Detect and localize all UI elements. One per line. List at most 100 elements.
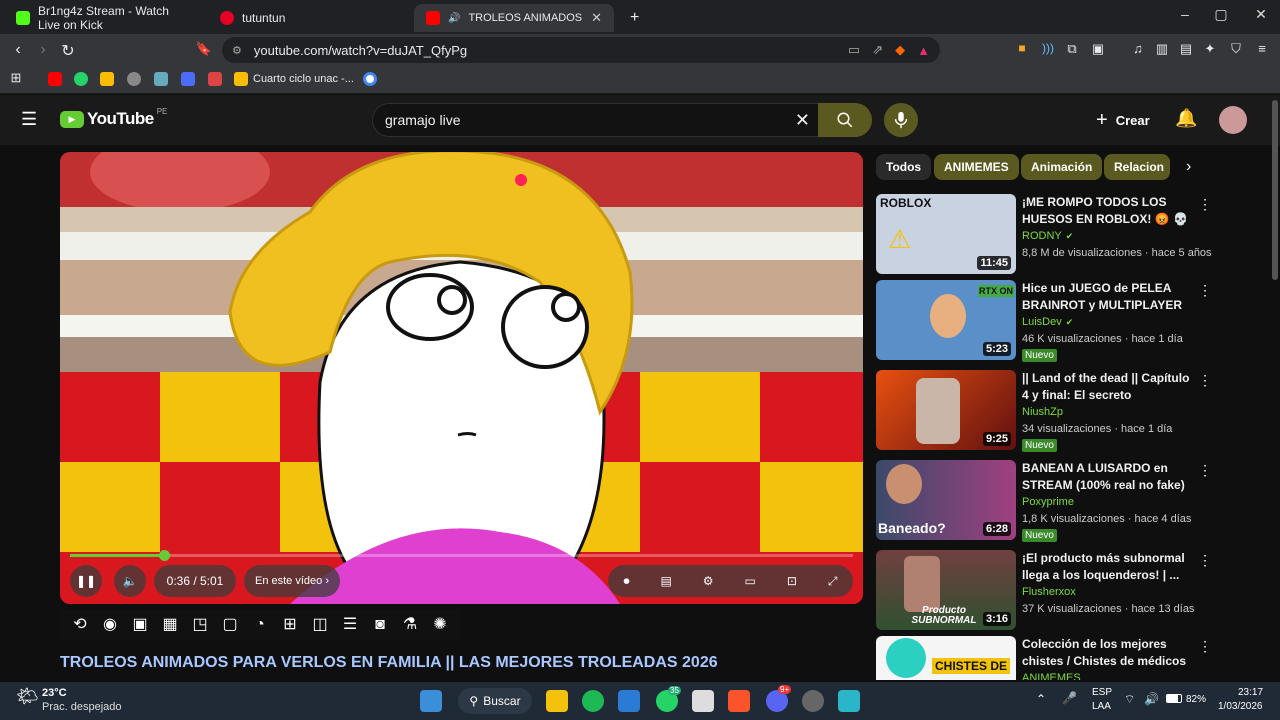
bookmark-icon[interactable] — [154, 72, 168, 86]
pause-button[interactable]: ❚❚ — [70, 565, 102, 597]
google-bookmark-icon[interactable] — [363, 72, 377, 86]
extensions-icon[interactable]: ⧉ — [1062, 41, 1082, 57]
vpn-icon[interactable]: ⛉ — [1226, 41, 1246, 57]
watch-icon[interactable]: ▣ — [130, 615, 150, 635]
apps-icon[interactable]: ⊞ — [6, 70, 26, 86]
autoplay-toggle[interactable]: ⏺ — [623, 574, 629, 589]
video-title[interactable]: BANEAN A LUISARDO en STREAM (100% real n… — [1022, 460, 1192, 494]
music-icon[interactable]: ♫ — [1128, 41, 1148, 56]
whatsapp-bookmark-icon[interactable] — [74, 72, 88, 86]
more-options-icon[interactable]: ⋮ — [1198, 372, 1212, 389]
youtube-logo[interactable]: ▶ YouTube PE — [60, 107, 167, 129]
settings-gear-icon[interactable]: ⚙ — [703, 574, 714, 588]
list-item[interactable]: 9:25 || Land of the dead || Capítulo 4 y… — [876, 370, 1216, 452]
drive-bookmark-icon[interactable] — [100, 72, 114, 86]
list-item[interactable]: Baneado? 6:28 BANEAN A LUISARDO en STREA… — [876, 460, 1216, 542]
tab-youtube[interactable]: 🔊 TROLEOS ANIMADOS PARA V ✕ — [414, 4, 614, 32]
brave-shield-icon[interactable]: ◆ — [895, 42, 905, 58]
chapter-button[interactable]: En este vídeo › — [244, 565, 340, 597]
avatar[interactable] — [1219, 106, 1247, 134]
voice-search-button[interactable] — [884, 103, 918, 137]
channel-name[interactable]: Poxyprime — [1022, 496, 1074, 508]
start-button[interactable] — [420, 690, 442, 712]
list-item[interactable]: ROBLOX ⚠ 11:45 ¡ME ROMPO TODOS LOS HUESO… — [876, 194, 1216, 274]
wifi-icon[interactable]: ⌔ — [1124, 692, 1135, 707]
chip-todos[interactable]: Todos — [876, 154, 932, 180]
progress-handle[interactable] — [158, 550, 170, 561]
theater-mode-icon[interactable]: ▭ — [745, 574, 756, 588]
camera-icon[interactable]: ◙ — [370, 615, 390, 635]
notepad-icon[interactable] — [838, 690, 860, 712]
video-thumbnail[interactable]: ROBLOX ⚠ 11:45 — [876, 194, 1016, 274]
gear-icon[interactable]: ✺ — [430, 615, 450, 635]
chip-relacionados[interactable]: Relacion — [1104, 154, 1170, 180]
chip-animacion[interactable]: Animación — [1021, 154, 1103, 180]
extension-icon[interactable]: ))) — [1038, 41, 1058, 55]
back-icon[interactable]: ‹ — [8, 41, 28, 59]
flask-icon[interactable]: ⚗ — [400, 615, 420, 635]
file-explorer-icon[interactable] — [546, 690, 568, 712]
channel-name[interactable]: RODNY ✔ — [1022, 230, 1073, 242]
channel-name[interactable]: NiushZp — [1022, 406, 1063, 418]
forward-icon[interactable]: › — [33, 41, 53, 59]
channel-name[interactable]: ANIMEMES — [1022, 672, 1081, 680]
chips-next-icon[interactable]: › — [1186, 158, 1191, 176]
audio-mode-icon[interactable]: ◉ — [100, 615, 120, 635]
tab-kick[interactable]: Br1ng4z Stream - Watch Live on Kick — [4, 4, 204, 32]
maximize-button[interactable]: ▢ — [1206, 6, 1236, 23]
brave-rewards-icon[interactable]: ▲ — [917, 43, 930, 58]
video-title[interactable]: ¡ME ROMPO TODOS LOS HUESOS EN ROBLOX! 😡 … — [1022, 194, 1192, 228]
taskbar-search[interactable]: ⚲ Buscar — [458, 688, 532, 714]
weather-desc[interactable]: Prac. despejado — [42, 701, 122, 713]
clock-date[interactable]: 1/03/2026 — [1218, 701, 1263, 712]
more-options-icon[interactable]: ⋮ — [1198, 462, 1212, 479]
weather-temp[interactable]: 23°C — [42, 687, 67, 699]
stack-icon[interactable]: ☰ — [340, 615, 360, 635]
youtube-bookmark-icon[interactable] — [48, 72, 62, 86]
vscode-icon[interactable] — [618, 690, 640, 712]
video-thumbnail[interactable]: Producto SUBNORMAL 3:16 — [876, 550, 1016, 630]
video-thumbnail[interactable]: Baneado? 6:28 — [876, 460, 1016, 540]
video-title[interactable]: || Land of the dead || Capítulo 4 y fina… — [1022, 370, 1192, 404]
app-icon[interactable] — [802, 690, 824, 712]
video-title[interactable]: ¡El producto más subnormal llega a los l… — [1022, 550, 1192, 584]
wallet-icon[interactable]: ■ — [1012, 41, 1032, 55]
video-thumbnail[interactable]: 9:25 — [876, 370, 1016, 450]
miniplayer-icon[interactable]: ◳ — [190, 615, 210, 635]
site-info-icon[interactable]: ⚙ — [232, 44, 242, 57]
hamburger-menu-icon[interactable]: ☰ — [21, 109, 37, 130]
progress-bar[interactable] — [70, 550, 853, 561]
bookmark-icon[interactable]: 🔖 — [194, 41, 214, 57]
install-icon[interactable]: ▭ — [848, 42, 860, 58]
volume-button[interactable]: 🔈 — [114, 565, 146, 597]
share-icon[interactable]: ⇗ — [872, 42, 883, 58]
channel-name[interactable]: LuisDev ✔ — [1022, 316, 1073, 328]
speed-icon[interactable]: ◔ — [250, 615, 270, 635]
search-button[interactable] — [818, 103, 872, 137]
search-input[interactable]: gramajo live ✕ — [372, 103, 818, 137]
menu-icon[interactable]: ≡ — [1252, 41, 1272, 56]
wallet2-icon[interactable]: ▤ — [1176, 41, 1196, 57]
leo-icon[interactable]: ✦ — [1200, 41, 1220, 57]
list-item[interactable]: Producto SUBNORMAL 3:16 ¡El producto más… — [876, 550, 1216, 630]
video-player[interactable]: ❚❚ 🔈 0:36 / 5:01 En este vídeo › ⏺ ▤ ⚙ ▭… — [60, 152, 863, 604]
subtitles-icon[interactable]: ▤ — [660, 574, 671, 588]
sidebar-icon[interactable]: ▥ — [1152, 41, 1172, 57]
fullscreen-icon[interactable]: ⤢ — [828, 574, 838, 589]
more-options-icon[interactable]: ⋮ — [1198, 638, 1212, 655]
video-title[interactable]: Hice un JUEGO de PELEA BRAINROT y MULTIP… — [1022, 280, 1192, 314]
more-options-icon[interactable]: ⋮ — [1198, 282, 1212, 299]
split-icon[interactable]: ◫ — [310, 615, 330, 635]
snipping-tool-icon[interactable] — [692, 690, 714, 712]
chip-animemes[interactable]: ANIMEMES — [934, 154, 1019, 180]
frame-icon[interactable]: ▢ — [220, 615, 240, 635]
bookmark-icon[interactable] — [181, 72, 195, 86]
lang-indicator[interactable]: ESP — [1092, 687, 1112, 698]
new-tab-button[interactable]: + — [618, 4, 648, 32]
more-options-icon[interactable]: ⋮ — [1198, 196, 1212, 213]
volume-icon[interactable]: 🔊 — [1144, 692, 1159, 706]
clear-search-icon[interactable]: ✕ — [795, 110, 810, 131]
clapper-icon[interactable]: ▦ — [160, 615, 180, 635]
add-icon[interactable]: ⊞ — [280, 615, 300, 635]
bookmark-unac[interactable]: Cuarto ciclo unac -... — [234, 72, 354, 86]
